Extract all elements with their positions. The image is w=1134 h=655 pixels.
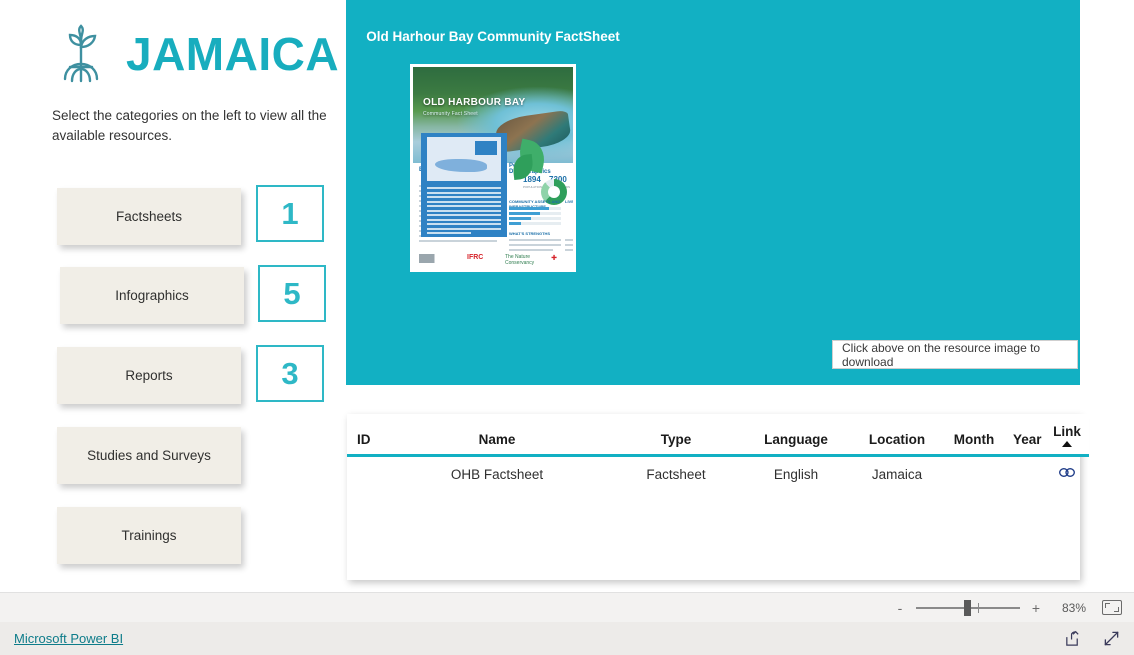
partner-logo-nature-conservancy: The Nature Conservancy [505, 254, 535, 266]
factsheet-subsection-strengths: WHAT'S STRENGTHS [509, 231, 551, 236]
sidebar-panel: JAMAICA Select the categories on the lef… [0, 0, 345, 592]
column-header-month[interactable]: Month [943, 414, 1005, 457]
page-title: JAMAICA [126, 28, 340, 80]
zoom-out-button[interactable]: - [894, 601, 906, 615]
partner-logo-1 [419, 254, 445, 263]
factsheet-cover-subtitle: Community Fact Sheet [423, 111, 478, 117]
sidebar-item-studies-and-surveys[interactable]: Studies and Surveys [57, 427, 241, 484]
factsheet-cover-title: OLD HARBOUR BAY [423, 97, 526, 108]
resource-title: Old Harhour Bay Community FactSheet [366, 29, 620, 44]
report-canvas: JAMAICA Select the categories on the lef… [0, 0, 1134, 592]
zoom-in-button[interactable]: + [1030, 601, 1042, 615]
cell-month [943, 456, 1005, 489]
intro-text: Select the categories on the left to vie… [52, 108, 327, 143]
fit-to-page-icon[interactable] [1102, 600, 1122, 615]
factsheet-render: OLD HARBOUR BAY Community Fact Sheet 189… [413, 67, 573, 269]
footer-actions [1064, 630, 1120, 647]
partner-logo-ifrc: IFRC [467, 254, 484, 261]
category-list: Factsheets 1 Infographics 5 Reports 3 St… [0, 185, 345, 585]
factsheet-intro-text [427, 187, 501, 237]
factsheet-stat-population-label: POPULATION [523, 185, 543, 189]
column-header-id[interactable]: ID [347, 414, 383, 457]
resource-preview-panel: Old Harhour Bay Community FactSheet OLD … [346, 0, 1080, 385]
factsheet-intro-block [421, 133, 507, 237]
brand-header: JAMAICA [50, 16, 339, 92]
column-header-id-label: ID [357, 432, 371, 447]
column-header-name-label: Name [478, 432, 516, 447]
cell-id [347, 456, 383, 489]
sidebar-item-infographics[interactable]: Infographics [60, 267, 244, 324]
download-hint-tooltip: Click above on the resource image to dow… [832, 340, 1078, 369]
table-header: ID Name Type Language Location Month Yea… [347, 414, 1089, 457]
chain-link-icon[interactable] [1058, 466, 1076, 482]
resource-table: ID Name Type Language Location Month Yea… [347, 414, 1089, 488]
column-header-link-label: Link [1053, 424, 1081, 439]
column-header-language[interactable]: Language [741, 414, 851, 457]
category-row-factsheets: Factsheets 1 [0, 185, 345, 265]
share-icon[interactable] [1064, 630, 1081, 647]
count-badge-infographics[interactable]: 5 [258, 265, 326, 322]
sidebar-item-factsheets[interactable]: Factsheets [57, 188, 241, 245]
resource-table-card: ID Name Type Language Location Month Yea… [347, 414, 1089, 580]
sidebar-item-trainings[interactable]: Trainings [57, 507, 241, 564]
cell-language: English [773, 466, 819, 482]
zoom-slider-tick [978, 602, 979, 613]
zoom-slider-thumb[interactable] [964, 599, 971, 616]
column-header-name[interactable]: Name [383, 414, 611, 457]
location-map-graphic [427, 137, 501, 181]
category-row-trainings: Trainings [0, 505, 345, 585]
column-header-year[interactable]: Year [1005, 414, 1045, 457]
column-header-year-label: Year [1013, 432, 1042, 447]
cell-type: Factsheet [646, 466, 706, 482]
column-header-location-label: Location [868, 432, 926, 447]
map-badge [475, 141, 497, 155]
zoom-slider[interactable] [916, 599, 1020, 616]
sort-ascending-icon [1062, 441, 1072, 447]
plant-sprout-icon [50, 23, 112, 85]
factsheet-subsection-livelihoods: LIVELIHOODS [565, 199, 573, 204]
category-row-studies-and-surveys: Studies and Surveys [0, 425, 345, 505]
zoom-status-bar: - + 83% [0, 592, 1134, 622]
column-header-month-label: Month [953, 432, 995, 447]
column-header-type-label: Type [660, 432, 692, 447]
category-row-infographics: Infographics 5 [0, 265, 345, 345]
cell-year [1005, 456, 1045, 489]
microsoft-power-bi-link[interactable]: Microsoft Power BI [14, 631, 123, 646]
count-badge-factsheets[interactable]: 1 [256, 185, 324, 242]
cell-location: Jamaica [871, 466, 923, 482]
category-row-reports: Reports 3 [0, 345, 345, 425]
zoom-level-label: 83% [1061, 600, 1086, 615]
column-header-type[interactable]: Type [611, 414, 741, 457]
table-header-row: ID Name Type Language Location Month Yea… [347, 414, 1089, 457]
partner-logo-red-cross: ✚ [551, 255, 557, 262]
count-badge-reports[interactable]: 3 [256, 345, 324, 402]
footer-bar: Microsoft Power BI [0, 622, 1134, 655]
column-header-language-label: Language [764, 432, 828, 447]
sidebar-item-reports[interactable]: Reports [57, 347, 241, 404]
column-header-link[interactable]: Link [1045, 414, 1089, 457]
power-bi-report-page: JAMAICA Select the categories on the lef… [0, 0, 1134, 655]
fullscreen-icon[interactable] [1103, 630, 1120, 647]
factsheet-thumbnail[interactable]: OLD HARBOUR BAY Community Fact Sheet 189… [410, 64, 576, 272]
column-header-location[interactable]: Location [851, 414, 943, 457]
cell-link[interactable] [1045, 456, 1089, 489]
table-row[interactable]: OHB Factsheet Factsheet English Jamaica [347, 456, 1089, 489]
table-body: OHB Factsheet Factsheet English Jamaica [347, 456, 1089, 489]
cell-name: OHB Factsheet [450, 466, 544, 482]
